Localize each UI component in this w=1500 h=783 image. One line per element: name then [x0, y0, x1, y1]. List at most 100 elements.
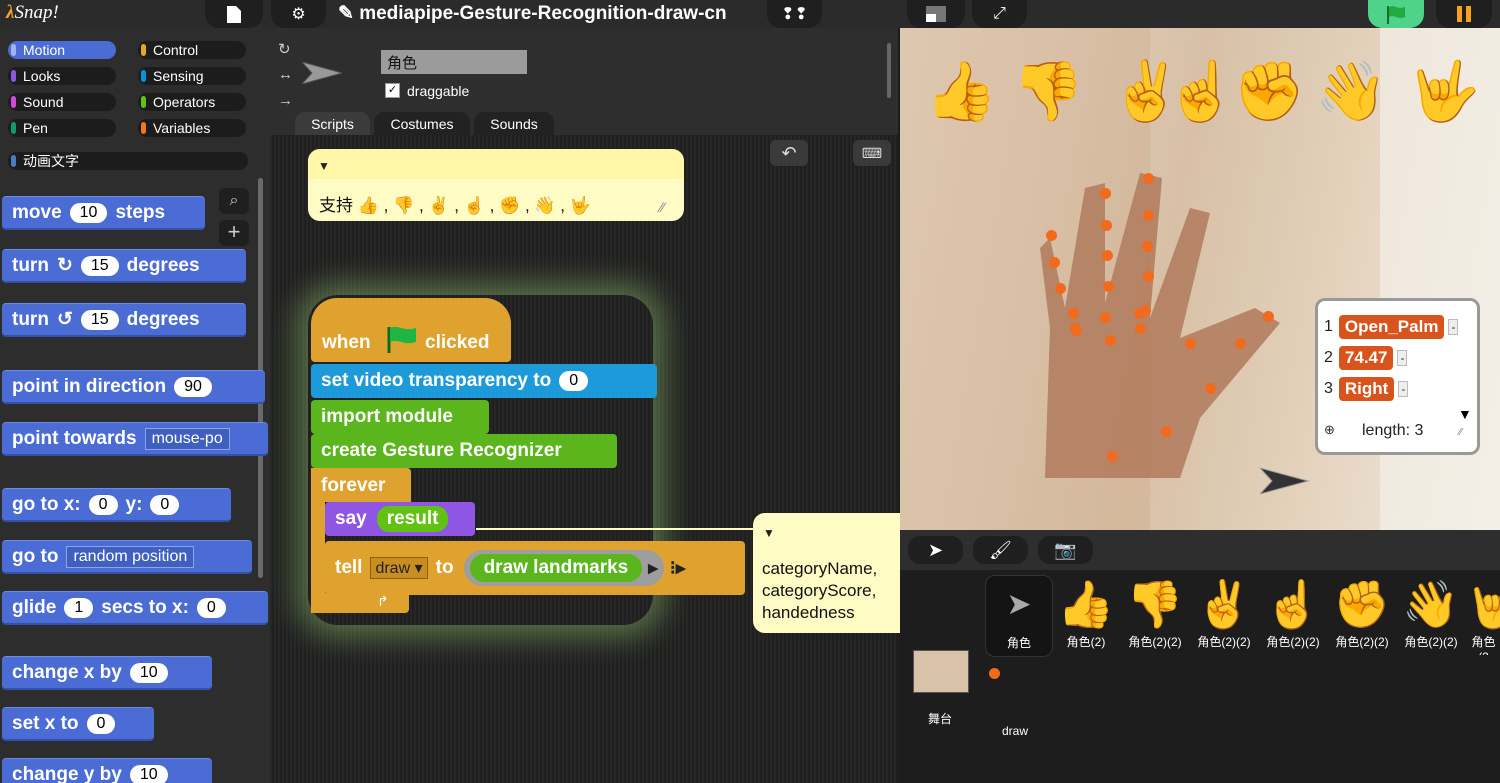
sprite-thumb[interactable]: 👍 角色(2): [1053, 575, 1119, 655]
undo-icon[interactable]: ↶: [770, 140, 808, 166]
block-set-x[interactable]: set x to 0: [2, 707, 154, 741]
add-turtle-sprite-icon[interactable]: ➤: [908, 536, 963, 564]
pause-button[interactable]: [1436, 0, 1492, 28]
ring-arrow-icon[interactable]: ▸: [648, 557, 658, 580]
sprite-thumb[interactable]: 👎 角色(2)(2): [1122, 575, 1188, 655]
block-turn-counterclockwise[interactable]: turn ↺ 15 degrees: [2, 303, 246, 337]
change-y-input[interactable]: 10: [129, 764, 168, 783]
scripts-canvas[interactable]: ↶ ⌨ ▼ 支持 👍 , 👎 , ✌ , ☝ , ✊ , 👋 , 🤟 ⁄⁄ wh…: [270, 135, 903, 783]
camera-icon[interactable]: 📷: [1038, 536, 1093, 564]
sprite-thumb[interactable]: 🤟 角色(2: [1467, 575, 1500, 655]
block-say[interactable]: say result: [325, 502, 475, 536]
category-variables[interactable]: Variables: [138, 119, 246, 137]
list-add-icon[interactable]: ⊕: [1324, 422, 1335, 438]
degrees-input[interactable]: 15: [80, 255, 119, 276]
search-blocks-icon[interactable]: ⌕: [219, 188, 249, 214]
list-value[interactable]: Open_Palm: [1338, 315, 1445, 339]
result-reporter[interactable]: result: [376, 506, 449, 532]
fullscreen-icon[interactable]: ⤢: [972, 0, 1027, 28]
category-operators[interactable]: Operators: [138, 93, 246, 111]
x-input[interactable]: 0: [196, 597, 226, 618]
resize-handle-icon[interactable]: ⁄⁄: [660, 199, 665, 215]
degrees-input[interactable]: 15: [80, 309, 119, 330]
category-looks[interactable]: Looks: [8, 67, 116, 85]
stage-size-toggle-icon[interactable]: [907, 0, 965, 28]
towards-dropdown[interactable]: mouse-po: [144, 427, 230, 450]
love-you-emoji-sprite[interactable]: 🤟: [1408, 63, 1480, 121]
y-input[interactable]: 0: [150, 494, 180, 515]
thumbs-down-emoji-sprite[interactable]: 👎: [1012, 63, 1084, 121]
file-menu-icon[interactable]: [205, 0, 263, 28]
category-pen[interactable]: Pen: [8, 119, 116, 137]
rotate-left-right-icon[interactable]: ↔: [278, 66, 293, 83]
sprite-bar-scrollbar[interactable]: [887, 43, 891, 98]
block-when-flag-clicked[interactable]: when clicked: [311, 298, 511, 362]
pointing-up-emoji-sprite[interactable]: ☝: [1165, 63, 1237, 121]
block-tell[interactable]: tell draw ▾ to draw landmarks ▸ ⁝▸: [325, 541, 745, 595]
cloud-steps-icon[interactable]: ❢❢: [767, 0, 822, 28]
block-create-gesture-recognizer[interactable]: create Gesture Recognizer: [311, 434, 617, 468]
block-go-to-xy[interactable]: go to x: 0 y: 0: [2, 488, 231, 522]
green-flag-button[interactable]: [1368, 0, 1424, 28]
comment-supported-gestures[interactable]: ▼ 支持 👍 , 👎 , ✌ , ☝ , ✊ , 👋 , 🤟 ⁄⁄: [308, 149, 684, 221]
block-change-x[interactable]: change x by 10: [2, 656, 212, 690]
block-set-video-transparency[interactable]: set video transparency to 0: [311, 364, 657, 398]
sprite-thumb[interactable]: 👋 角色(2)(2): [1398, 575, 1464, 655]
ring-reporter[interactable]: draw landmarks ▸: [463, 550, 664, 586]
tab-scripts[interactable]: Scripts: [295, 112, 370, 135]
category-custom[interactable]: 动画文字: [8, 152, 248, 170]
comment-result-fields[interactable]: ▼ categoryName, categoryScore, handednes…: [753, 513, 903, 633]
sprite-thumb[interactable]: ✊ 角色(2)(2): [1329, 575, 1395, 655]
sprite-thumb[interactable]: ☝ 角色(2)(2): [1260, 575, 1326, 655]
draggable-checkbox[interactable]: ✓: [385, 83, 400, 98]
x-input[interactable]: 0: [88, 494, 118, 515]
tell-target-dropdown[interactable]: draw ▾: [370, 557, 428, 579]
secs-input[interactable]: 1: [64, 597, 94, 618]
sprite-thumb[interactable]: ➤ 角色: [985, 575, 1053, 657]
tab-sounds[interactable]: Sounds: [474, 112, 554, 135]
block-turn-clockwise[interactable]: turn ↻ 15 degrees: [2, 249, 246, 283]
draw-landmarks-block[interactable]: draw landmarks: [469, 554, 643, 582]
list-resize-handle-icon[interactable]: ⁄⁄: [1459, 427, 1462, 438]
expand-arrows-icon[interactable]: ⁝▸: [670, 557, 686, 580]
collapse-triangle-icon[interactable]: ▼: [318, 159, 330, 173]
sprite-thumb[interactable]: ✌ 角色(2)(2): [1191, 575, 1257, 655]
list-value[interactable]: 74.47: [1338, 346, 1394, 370]
category-control[interactable]: Control: [138, 41, 246, 59]
fist-emoji-sprite[interactable]: ✊: [1233, 63, 1305, 121]
tab-costumes[interactable]: Costumes: [374, 112, 470, 135]
change-x-input[interactable]: 10: [129, 662, 168, 683]
stage[interactable]: 👍 👎 ✌ ☝ ✊ 👋 🤟 1 Open_Palm - 2 74.47- 3 Right…: [900, 28, 1500, 530]
rotate-freely-icon[interactable]: ↻: [278, 40, 291, 58]
list-scroll-triangle-icon[interactable]: ▼: [1458, 406, 1472, 422]
thumbs-up-emoji-sprite[interactable]: 👍: [925, 63, 997, 121]
wave-emoji-sprite[interactable]: 👋: [1315, 63, 1387, 121]
block-go-to[interactable]: go to random position: [2, 540, 252, 574]
category-sensing[interactable]: Sensing: [138, 67, 246, 85]
category-sound[interactable]: Sound: [8, 93, 116, 111]
block-point-towards[interactable]: point towards mouse-po: [2, 422, 268, 456]
no-rotate-icon[interactable]: →: [278, 92, 293, 109]
category-motion[interactable]: Motion: [8, 41, 116, 59]
list-value[interactable]: Right: [1338, 377, 1395, 401]
collapse-triangle-icon[interactable]: ▼: [763, 526, 775, 540]
block-move-steps[interactable]: move 10 steps: [2, 196, 205, 230]
draw-sprite-dot-icon[interactable]: [989, 668, 1000, 679]
transparency-input[interactable]: 0: [559, 371, 589, 391]
snap-logo[interactable]: λSnap!: [6, 2, 59, 24]
paint-brush-icon[interactable]: 🖌: [973, 536, 1028, 564]
stage-thumbnail[interactable]: [913, 650, 969, 693]
block-import-module[interactable]: import module: [311, 400, 489, 434]
keyboard-icon[interactable]: ⌨: [853, 140, 891, 166]
block-glide[interactable]: glide 1 secs to x: 0: [2, 591, 268, 625]
set-x-input[interactable]: 0: [86, 713, 116, 734]
sprite-arrow-icon[interactable]: [1260, 466, 1310, 496]
steps-input[interactable]: 10: [69, 202, 108, 223]
block-change-y[interactable]: change y by 10: [2, 758, 212, 783]
settings-gear-icon[interactable]: ⚙: [271, 0, 326, 28]
direction-input[interactable]: 90: [174, 376, 212, 397]
sprite-name-input[interactable]: 角色: [381, 50, 527, 74]
goto-dropdown[interactable]: random position: [66, 545, 195, 568]
block-point-in-direction[interactable]: point in direction 90: [2, 370, 265, 404]
make-block-plus-icon[interactable]: +: [219, 220, 249, 246]
